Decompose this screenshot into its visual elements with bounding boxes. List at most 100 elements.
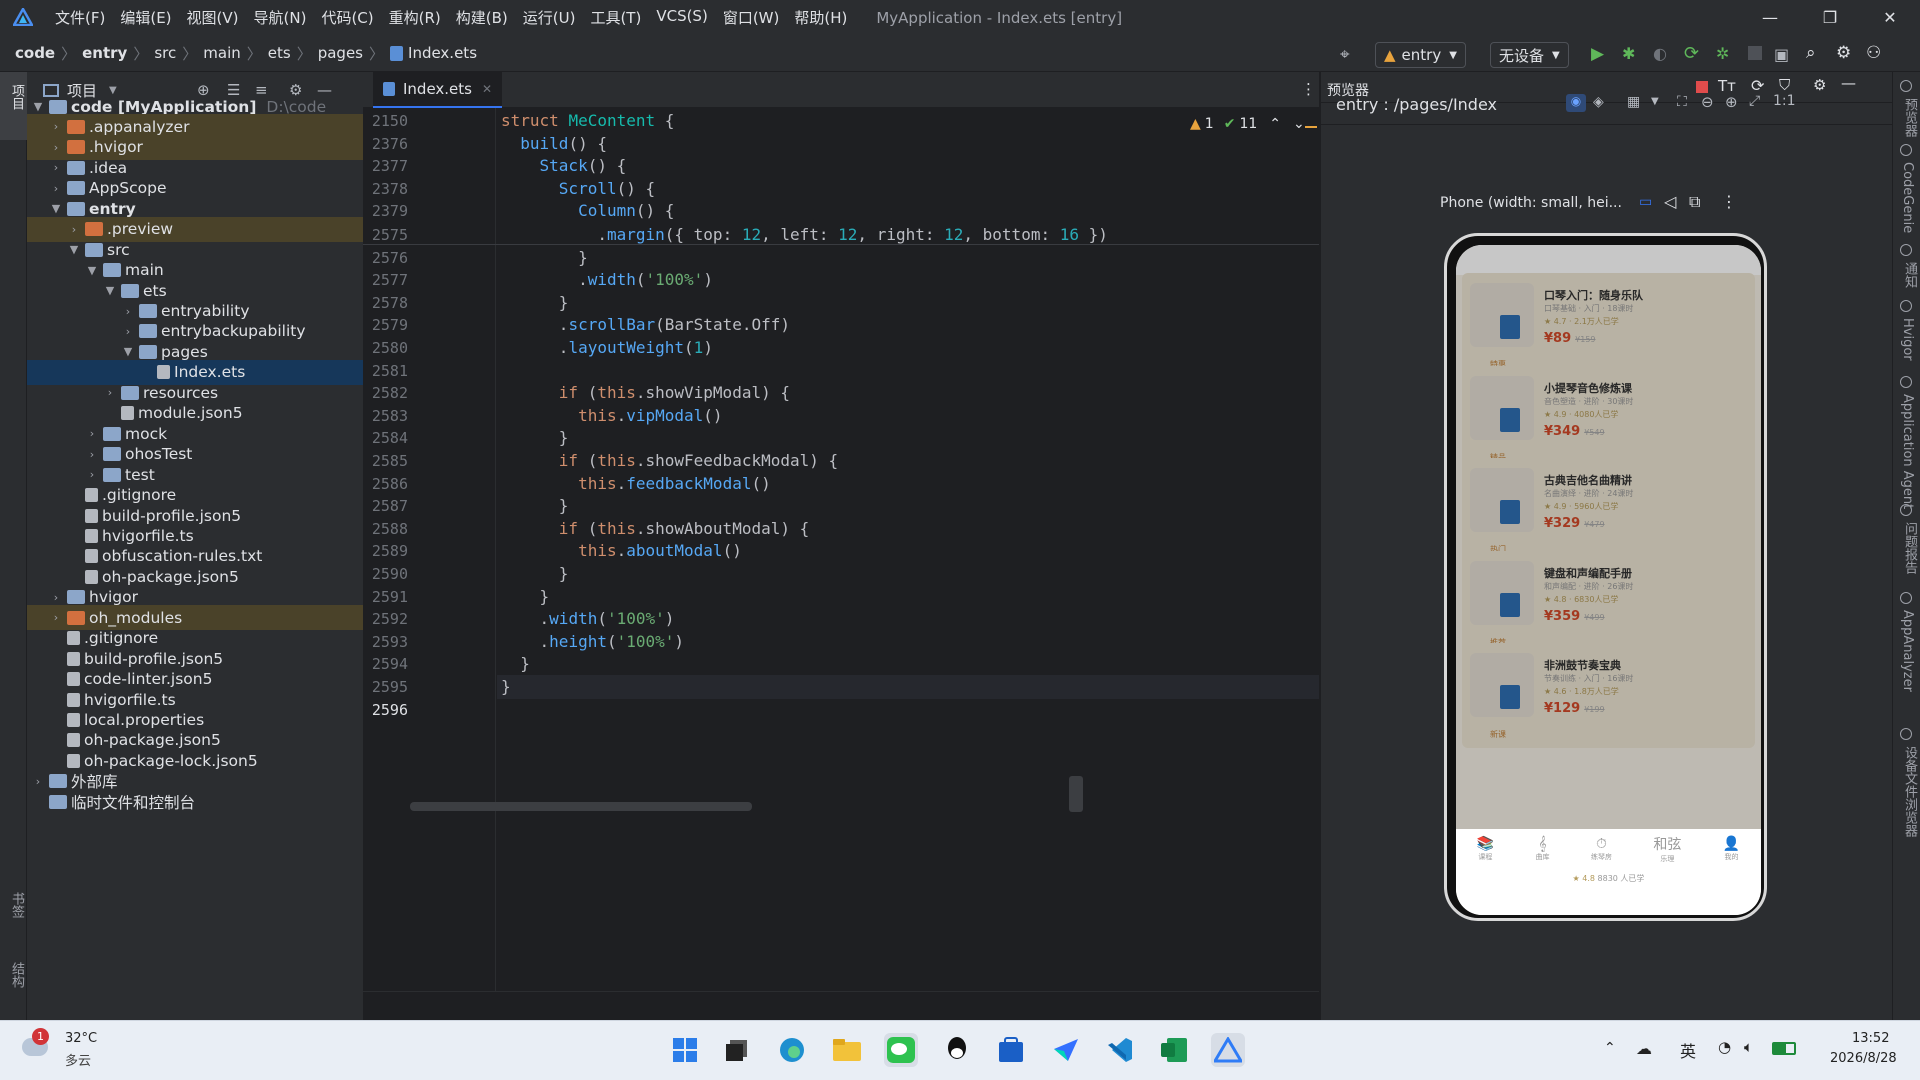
line-number[interactable]: 2588 bbox=[368, 520, 408, 538]
preview-mode-icon[interactable]: ◉ bbox=[1566, 94, 1586, 112]
menu-window[interactable]: 窗口(W) bbox=[723, 7, 780, 28]
side-tool-label[interactable]: Application Agent bbox=[1900, 394, 1915, 509]
chevron-down-icon[interactable]: ▼ bbox=[31, 100, 45, 113]
tab-index-ets[interactable]: Index.ets ✕ bbox=[373, 72, 503, 108]
code-line[interactable]: this.vipModal() bbox=[501, 406, 723, 425]
deveco-studio-icon[interactable] bbox=[1211, 1033, 1245, 1067]
tab-practice[interactable]: ⏱ 练琴房 bbox=[1591, 836, 1612, 862]
tool-project-label[interactable]: 项目 bbox=[7, 84, 26, 110]
line-number[interactable]: 2596 bbox=[368, 701, 408, 719]
code-line[interactable]: build() { bbox=[501, 134, 607, 153]
line-number[interactable]: 2589 bbox=[368, 542, 408, 560]
chevron-right-icon[interactable]: › bbox=[31, 775, 45, 788]
side-tool-label[interactable]: 通知 bbox=[1900, 262, 1919, 288]
feishu-icon[interactable] bbox=[1049, 1033, 1083, 1067]
horizontal-scrollbar[interactable] bbox=[410, 802, 752, 811]
breadcrumb-file[interactable]: Index.ets bbox=[408, 44, 477, 62]
code-line[interactable]: if (this.showFeedbackModal) { bbox=[501, 451, 838, 470]
code-line[interactable]: } bbox=[501, 293, 569, 312]
start-icon[interactable] bbox=[668, 1033, 702, 1067]
chevron-up-icon[interactable]: ⌃ bbox=[1604, 1040, 1616, 1056]
code-line[interactable]: } bbox=[501, 496, 569, 515]
side-tool-label[interactable]: 问题报告 bbox=[1900, 522, 1919, 574]
wechat-icon[interactable] bbox=[884, 1033, 918, 1067]
device-rotate-icon[interactable]: ⧉ bbox=[1689, 192, 1700, 212]
next-highlight-icon[interactable]: ⌄ bbox=[1293, 116, 1305, 132]
target-icon[interactable]: ⌖ bbox=[1340, 45, 1350, 65]
chevron-right-icon[interactable]: › bbox=[85, 427, 99, 440]
code-line[interactable]: .scrollBar(BarState.Off) bbox=[501, 315, 790, 334]
warning-marker[interactable] bbox=[1305, 126, 1317, 128]
weather-temp[interactable]: 32°C bbox=[65, 1031, 97, 1046]
ratio-icon[interactable]: 1:1 bbox=[1773, 93, 1796, 109]
code-line[interactable]: } bbox=[501, 587, 550, 606]
reload-icon[interactable]: ⟳ bbox=[1684, 43, 1699, 64]
inspector-icon[interactable]: ⛉ bbox=[1779, 76, 1790, 94]
edge-icon[interactable] bbox=[775, 1033, 809, 1067]
menu-refactor[interactable]: 重构(R) bbox=[389, 7, 441, 28]
code-line[interactable]: if (this.showAboutModal) { bbox=[501, 519, 809, 538]
menu-file[interactable]: 文件(F) bbox=[55, 7, 105, 28]
cloud-icon[interactable]: ☁ bbox=[1636, 1039, 1652, 1058]
side-tool-icon[interactable] bbox=[1900, 244, 1912, 256]
menu-vcs[interactable]: VCS(S) bbox=[656, 7, 707, 28]
chevron-down-icon[interactable]: ▼ bbox=[67, 243, 81, 256]
line-number[interactable]: 2378 bbox=[368, 180, 408, 198]
excel-icon[interactable] bbox=[1157, 1033, 1191, 1067]
hide-previewer-icon[interactable]: — bbox=[1841, 74, 1856, 92]
profile-icon[interactable]: ◐ bbox=[1653, 44, 1667, 63]
chevron-right-icon[interactable]: › bbox=[67, 223, 81, 236]
line-number[interactable]: 2586 bbox=[368, 475, 408, 493]
line-number[interactable]: 2590 bbox=[368, 565, 408, 583]
account-icon[interactable]: ⚇ bbox=[1866, 43, 1881, 63]
menu-edit[interactable]: 编辑(E) bbox=[120, 7, 171, 28]
preview-settings-icon[interactable]: ⚙ bbox=[1813, 76, 1826, 94]
clock-date[interactable]: 2026/8/28 bbox=[1830, 1051, 1897, 1066]
side-tool-icon[interactable] bbox=[1900, 504, 1912, 516]
code-line[interactable]: } bbox=[501, 677, 511, 696]
debug-icon[interactable]: ✱ bbox=[1622, 44, 1635, 63]
line-number[interactable]: 2593 bbox=[368, 633, 408, 651]
tab-courses[interactable]: 📚 课程 bbox=[1477, 836, 1494, 862]
code-line[interactable]: .layoutWeight(1) bbox=[501, 338, 713, 357]
code-line[interactable]: .width('100%') bbox=[501, 609, 675, 628]
chevron-right-icon[interactable]: › bbox=[49, 611, 63, 624]
line-number[interactable]: 2575 bbox=[368, 226, 408, 244]
screen-type-icon[interactable]: ▭ bbox=[1639, 194, 1652, 210]
line-number[interactable]: 2377 bbox=[368, 157, 408, 175]
qq-icon[interactable] bbox=[940, 1033, 974, 1067]
code-line[interactable]: .margin({ top: 12, left: 12, right: 12, … bbox=[501, 225, 1108, 244]
breadcrumb-src[interactable]: src bbox=[154, 44, 176, 62]
zoom-in-icon[interactable]: ⊕ bbox=[1725, 93, 1738, 111]
tab-me[interactable]: 👤 我的 bbox=[1723, 836, 1740, 862]
line-number[interactable]: 2150 bbox=[368, 112, 408, 130]
line-number[interactable]: 2379 bbox=[368, 202, 408, 220]
wifi-icon[interactable]: ◔ bbox=[1718, 1038, 1731, 1056]
rotate-icon[interactable]: ◁ bbox=[1664, 192, 1676, 211]
code-line[interactable]: } bbox=[501, 428, 569, 447]
line-number[interactable]: 2376 bbox=[368, 135, 408, 153]
chevron-right-icon[interactable]: › bbox=[121, 305, 135, 318]
side-tool-label[interactable]: Hvigor bbox=[1900, 318, 1915, 361]
chevron-right-icon[interactable]: › bbox=[49, 141, 63, 154]
tool-structure-label[interactable]: 结构 bbox=[7, 962, 26, 988]
chevron-right-icon[interactable]: › bbox=[103, 386, 117, 399]
tree-item[interactable]: 临时文件和控制台 bbox=[27, 789, 363, 814]
line-number[interactable]: 2594 bbox=[368, 655, 408, 673]
side-tool-icon[interactable] bbox=[1900, 300, 1912, 312]
line-number[interactable]: 2580 bbox=[368, 339, 408, 357]
line-number[interactable]: 2592 bbox=[368, 610, 408, 628]
code-line[interactable]: this.aboutModal() bbox=[501, 541, 742, 560]
chevron-down-icon[interactable]: ▼ bbox=[85, 264, 99, 277]
code-line[interactable]: .width('100%') bbox=[501, 270, 713, 289]
code-line[interactable]: if (this.showVipModal) { bbox=[501, 383, 790, 402]
battery-icon[interactable] bbox=[1772, 1042, 1796, 1055]
chevron-down-icon[interactable]: ▼ bbox=[1651, 96, 1659, 107]
code-line[interactable]: this.feedbackModal() bbox=[501, 474, 771, 493]
menu-run[interactable]: 运行(U) bbox=[523, 7, 576, 28]
code-line[interactable]: .height('100%') bbox=[501, 632, 685, 651]
chevron-down-icon[interactable]: ▼ bbox=[49, 202, 63, 215]
breadcrumb-ets[interactable]: ets bbox=[268, 44, 291, 62]
line-number[interactable]: 2576 bbox=[368, 249, 408, 267]
run-icon[interactable]: ▶ bbox=[1591, 44, 1604, 64]
